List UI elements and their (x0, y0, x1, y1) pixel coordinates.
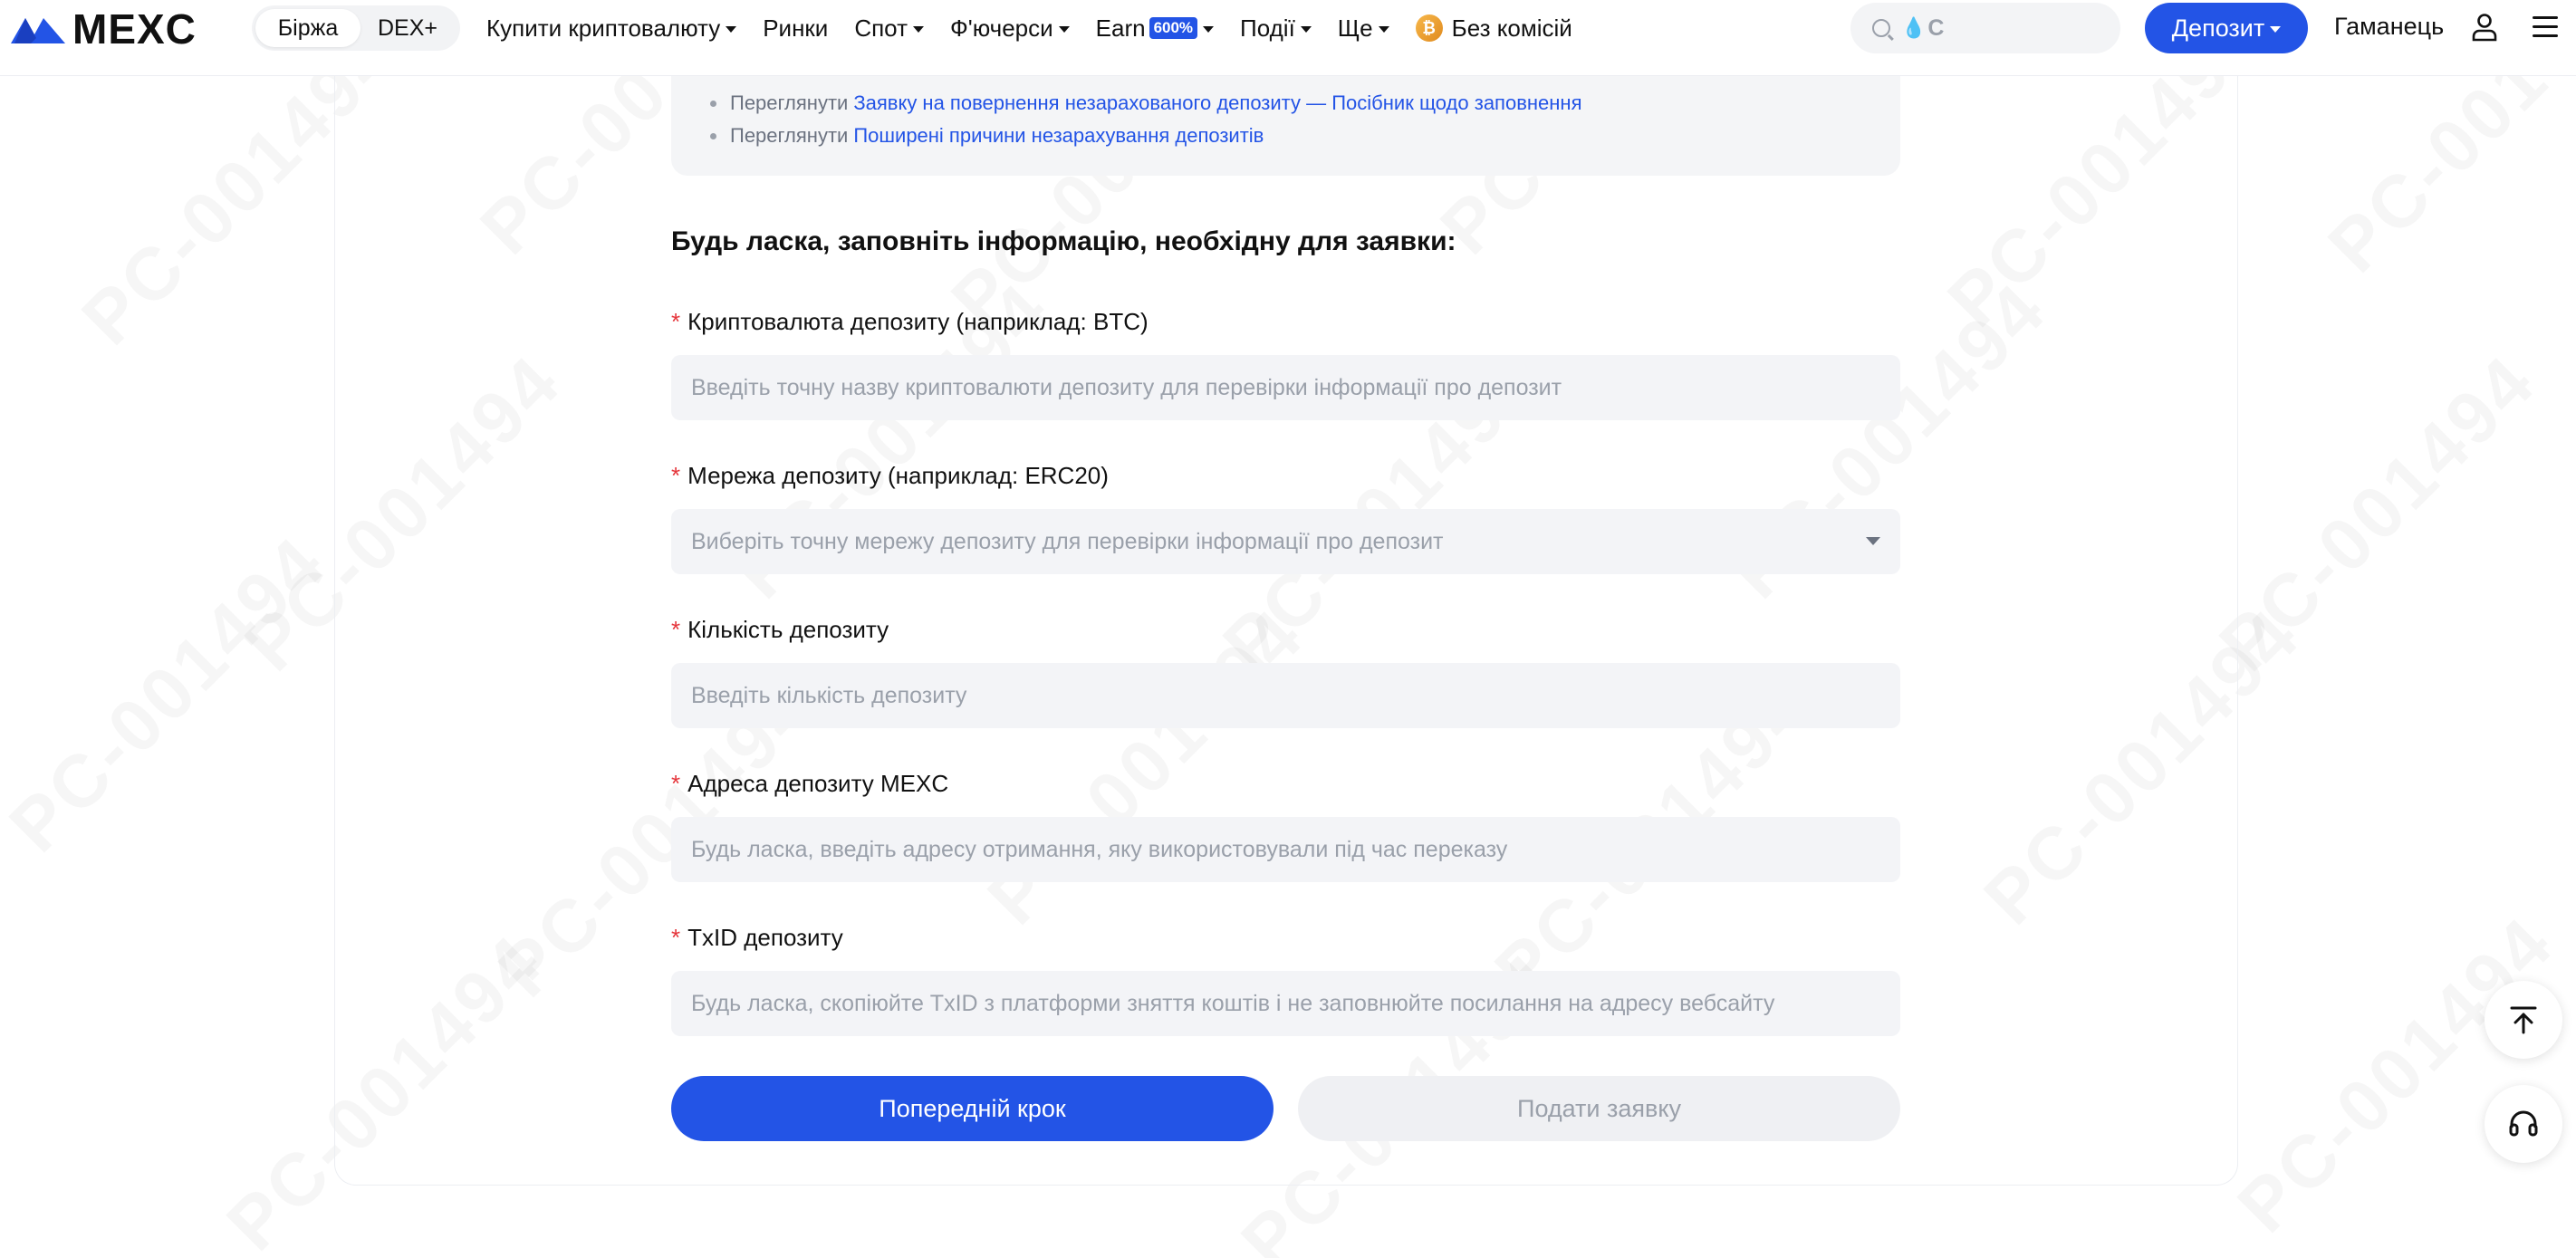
nav-events[interactable]: Події (1240, 14, 1312, 43)
chevron-down-icon (1866, 537, 1880, 545)
field-label-txid: * TxID депозиту (671, 922, 1900, 953)
mode-switch: Біржа DEX+ (252, 5, 460, 51)
tip-item: Переглянути Поширені причини незарахуван… (710, 120, 1900, 152)
caret-down-icon (1378, 25, 1389, 33)
amount-input[interactable] (671, 663, 1900, 728)
field-label-amount: * Кількість депозиту (671, 614, 1900, 645)
nav-more[interactable]: Ще (1338, 14, 1389, 43)
hamburger-menu-icon[interactable] (2533, 16, 2558, 38)
tips-box: Переглянути Заявку на повернення незарах… (671, 76, 1900, 176)
nav-spot-label: Спот (854, 14, 908, 42)
required-mark: * (671, 461, 681, 489)
search-icon (1872, 19, 1890, 37)
arrow-up-to-top-icon (2510, 1006, 2537, 1034)
watermark-text: PC-001494 (0, 520, 342, 869)
form-title: Будь ласка, заповніть інформацію, необхі… (671, 226, 1456, 256)
nav-earn-label: Earn (1095, 14, 1146, 42)
caret-down-icon (912, 25, 924, 33)
deposit-button[interactable]: Депозит (2145, 3, 2308, 53)
nav-earn[interactable]: Earn 600% (1095, 14, 1215, 43)
nav-markets-label: Ринки (763, 14, 829, 42)
field-label-network-text: Мережа депозиту (наприклад: ERC20) (687, 461, 1109, 489)
tip-prefix: Переглянути (730, 124, 849, 147)
field-label-txid-text: TxID депозиту (687, 923, 843, 951)
required-mark: * (671, 307, 681, 335)
tip-item: Переглянути Заявку на повернення незарах… (710, 87, 1900, 120)
watermark-text: PC-001494 (2222, 900, 2571, 1249)
nav-buy-crypto-label: Купити криптовалюту (486, 14, 721, 42)
required-mark: * (671, 769, 681, 797)
txid-input[interactable] (671, 971, 1900, 1036)
field-label-amount-text: Кількість депозиту (687, 615, 889, 643)
tip-link-guide[interactable]: Заявку на повернення незарахованого депо… (853, 91, 1581, 115)
form-actions: Попередній крок Подати заявку (671, 1076, 1900, 1141)
network-select-placeholder: Виберіть точну мережу депозиту для перев… (691, 528, 1444, 554)
field-label-address-text: Адреса депозиту MEXC (687, 769, 949, 797)
coin-input[interactable] (671, 355, 1900, 420)
field-label-address: * Адреса депозиту MEXC (671, 768, 1900, 799)
coin-icon: ₿ (1415, 14, 1443, 42)
wallet-link[interactable]: Гаманець (2334, 13, 2444, 41)
nav-futures-label: Ф'ючерси (949, 14, 1053, 42)
application-form: Будь ласка, заповніть інформацію, необхі… (671, 226, 1900, 1141)
top-header: MEXC Біржа DEX+ Купити криптовалюту Ринк… (0, 0, 2576, 76)
deposit-button-label: Депозит (2171, 14, 2265, 42)
tip-prefix: Переглянути (730, 91, 849, 114)
earn-badge: 600% (1149, 17, 1198, 39)
field-label-coin-text: Криптовалюта депозиту (наприклад: BTC) (687, 307, 1149, 335)
mode-dex[interactable]: DEX+ (360, 9, 455, 47)
back-to-top-button[interactable] (2485, 981, 2562, 1059)
required-mark: * (671, 615, 681, 643)
previous-step-button[interactable]: Попередній крок (671, 1076, 1274, 1141)
nav-spot[interactable]: Спот (854, 14, 924, 43)
tip-link-reasons[interactable]: Поширені причини незарахування депозитів (853, 124, 1264, 148)
search-input[interactable]: 💧 C (1850, 3, 2120, 53)
support-button[interactable] (2485, 1085, 2562, 1163)
nav-zero-fee-label: Без комісій (1451, 14, 1572, 42)
address-input[interactable] (671, 817, 1900, 882)
caret-down-icon (1300, 25, 1312, 33)
mexc-logo[interactable]: MEXC (9, 5, 197, 53)
caret-down-icon (1203, 25, 1215, 33)
field-label-network: * Мережа депозиту (наприклад: ERC20) (671, 460, 1900, 491)
nav-markets[interactable]: Ринки (763, 14, 828, 43)
mexc-logo-icon (11, 18, 65, 43)
nav-zero-fee[interactable]: ₿ Без комісій (1415, 14, 1572, 43)
network-select[interactable]: Виберіть точну мережу депозиту для перев… (671, 509, 1900, 574)
required-mark: * (671, 923, 681, 951)
field-label-coin: * Криптовалюта депозиту (наприклад: BTC) (671, 306, 1900, 337)
user-icon[interactable] (2471, 13, 2498, 42)
submit-application-button[interactable]: Подати заявку (1298, 1076, 1900, 1141)
nav-buy-crypto[interactable]: Купити криптовалюту (486, 14, 737, 43)
nav-events-label: Події (1240, 14, 1295, 42)
logo-text: MEXC (72, 5, 197, 53)
mode-exchange[interactable]: Біржа (255, 9, 360, 47)
nav-more-label: Ще (1337, 14, 1373, 42)
search-placeholder: C (1927, 14, 1945, 41)
caret-down-icon (2270, 25, 2282, 33)
watermark-text: PC-001494 (2204, 339, 2552, 687)
headset-icon (2509, 1110, 2538, 1137)
main-nav: Купити криптовалюту Ринки Спот Ф'ючерси … (486, 0, 1599, 56)
caret-down-icon (1058, 25, 1070, 33)
caret-down-icon (726, 25, 737, 33)
water-drop-icon: 💧 (1901, 16, 1927, 39)
nav-futures[interactable]: Ф'ючерси (950, 14, 1070, 43)
